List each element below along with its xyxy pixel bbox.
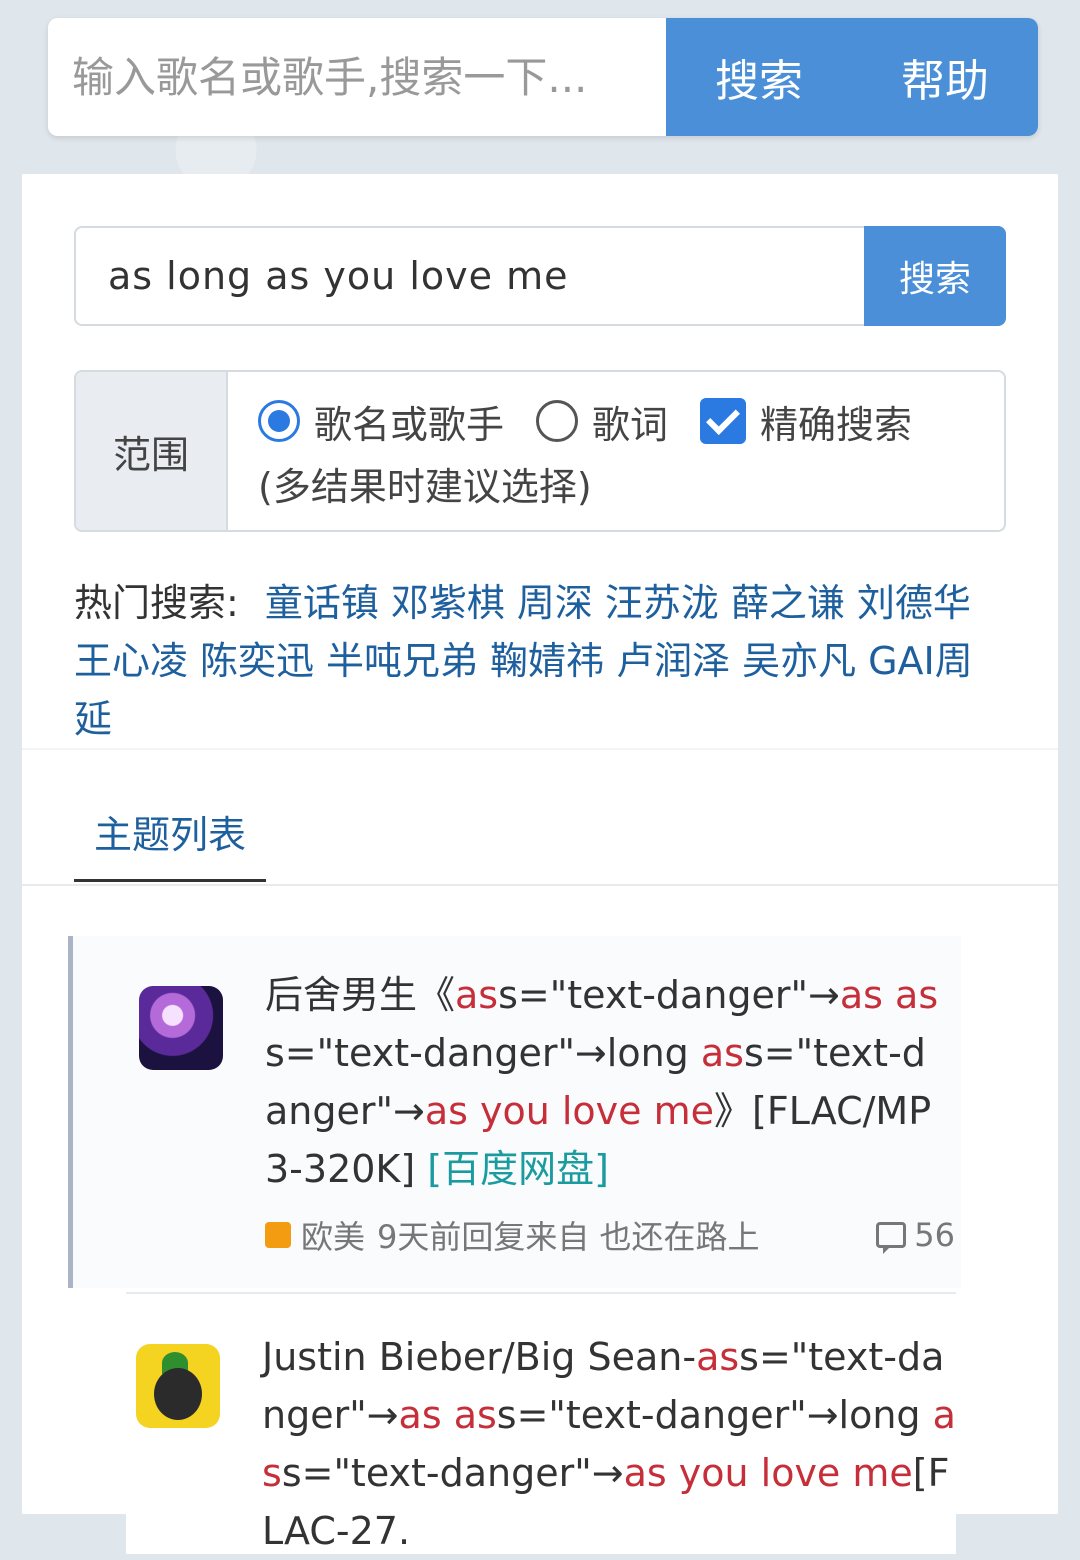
top-search-bar: 搜索 帮助 bbox=[48, 18, 1038, 136]
hot-keyword-link[interactable]: 陈奕迅 bbox=[200, 639, 314, 683]
search-scope: 范围 歌名或歌手 歌词 精确搜索 (多结果时建议选择) bbox=[74, 370, 1006, 532]
main-card: as long as you love me 搜索 范围 歌名或歌手 歌词 精确… bbox=[22, 174, 1058, 1554]
thread-meta-text: 9天前回复来自 也还在路上 bbox=[377, 1218, 760, 1256]
scope-option-lyrics[interactable]: 歌词 bbox=[536, 394, 668, 449]
hot-keyword-link[interactable]: 童话镇 bbox=[265, 581, 379, 625]
hot-keyword-link[interactable]: 汪苏泷 bbox=[605, 581, 719, 625]
hot-keyword-link[interactable]: 周深 bbox=[517, 581, 593, 625]
category-tag-icon bbox=[265, 1222, 291, 1248]
query-row: as long as you love me 搜索 bbox=[74, 226, 1006, 326]
thread-category[interactable]: 欧美 bbox=[301, 1212, 365, 1258]
hot-keyword-link[interactable]: 吴亦凡 bbox=[742, 639, 856, 683]
scope-label: 范围 bbox=[76, 372, 228, 530]
exact-search-label: 精确搜索 bbox=[760, 402, 913, 447]
top-search-input[interactable] bbox=[48, 18, 666, 136]
scope-option-label: 歌词 bbox=[592, 402, 669, 447]
scope-note: (多结果时建议选择) bbox=[258, 465, 592, 509]
checkbox-checked-icon[interactable] bbox=[700, 398, 747, 444]
tab-topic-list[interactable]: 主题列表 bbox=[74, 804, 267, 882]
thread-title-link[interactable]: Justin Bieber/Big Sean-ass="text-danger"… bbox=[262, 1328, 962, 1560]
reply-count: 56 bbox=[914, 1216, 955, 1254]
scope-options: 歌名或歌手 歌词 精确搜索 (多结果时建议选择) bbox=[228, 372, 1004, 530]
query-input[interactable]: as long as you love me bbox=[74, 226, 864, 326]
top-search-button[interactable]: 搜索 bbox=[666, 18, 852, 136]
thread-title-link[interactable]: 后舍男生《ass="text-danger"→as ass="text-dang… bbox=[265, 966, 945, 1198]
hot-keyword-link[interactable]: 卢润泽 bbox=[616, 639, 730, 683]
user-avatar[interactable] bbox=[136, 1344, 220, 1428]
tab-bar: 主题列表 bbox=[22, 748, 1058, 886]
hot-keyword-link[interactable]: 薛之谦 bbox=[731, 581, 845, 625]
thread-item[interactable]: Justin Bieber/Big Sean-ass="text-danger"… bbox=[126, 1292, 956, 1554]
exact-search-checkbox[interactable]: 精确搜索 bbox=[700, 394, 912, 449]
hot-keyword-link[interactable]: 邓紫棋 bbox=[391, 581, 505, 625]
hot-searches-label: 热门搜索: bbox=[74, 581, 239, 625]
hot-keyword-link[interactable]: 刘德华 bbox=[857, 581, 971, 625]
radio-selected-icon[interactable] bbox=[258, 400, 300, 442]
thread-meta: 欧美 9天前回复来自 也还在路上 56 bbox=[265, 1212, 955, 1258]
user-avatar[interactable] bbox=[139, 986, 223, 1070]
top-search-buttons: 搜索 帮助 bbox=[666, 18, 1038, 136]
scope-option-title-artist[interactable]: 歌名或歌手 bbox=[258, 394, 504, 449]
radio-unselected-icon[interactable] bbox=[536, 400, 579, 442]
help-button[interactable]: 帮助 bbox=[852, 18, 1038, 136]
hot-keyword-link[interactable]: 半吨兄弟 bbox=[326, 639, 478, 683]
pineapple-icon bbox=[154, 1368, 202, 1420]
hot-searches: 热门搜索: 童话镇 邓紫棋 周深 汪苏泷 薛之谦 刘德华王心凌 陈奕迅 半吨兄弟 鞠婧祎 卢润泽 吴亦… bbox=[74, 574, 1014, 748]
hot-keyword-link[interactable]: 鞠婧祎 bbox=[490, 639, 604, 683]
query-search-button[interactable]: 搜索 bbox=[864, 226, 1006, 326]
scope-option-label: 歌名或歌手 bbox=[314, 402, 505, 447]
thread-item[interactable]: 后舍男生《ass="text-danger"→as ass="text-dang… bbox=[68, 936, 961, 1288]
comment-icon bbox=[876, 1222, 907, 1254]
hot-keyword-link[interactable]: 王心凌 bbox=[74, 639, 188, 683]
